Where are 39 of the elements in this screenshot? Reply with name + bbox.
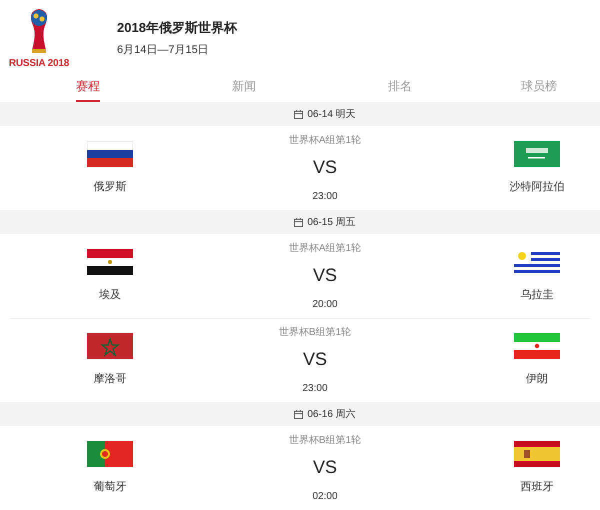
team-name: 俄罗斯 <box>94 180 126 195</box>
calendar-icon <box>294 110 304 118</box>
logo-text: RUSSIA 2018 <box>8 59 70 69</box>
vs-label: VS <box>312 264 337 286</box>
tab[interactable]: 排名 <box>388 76 412 102</box>
team-name: 葡萄牙 <box>94 480 126 495</box>
date-label: 06-15 周五 <box>307 216 356 230</box>
calendar-icon <box>294 218 304 226</box>
round-label: 世界杯B组第1轮 <box>278 326 352 340</box>
flag-icon <box>87 333 133 360</box>
flag-icon <box>87 140 133 167</box>
page-title: 2018年俄罗斯世界杯 <box>117 19 237 37</box>
flag-icon <box>514 333 560 360</box>
tab[interactable]: 球员榜 <box>521 76 557 102</box>
match-time: 20:00 <box>312 298 338 312</box>
vs-label: VS <box>312 156 337 178</box>
match-time: 23:00 <box>302 382 328 396</box>
tab[interactable]: 新闻 <box>232 76 256 102</box>
date-range: 6月14日—7月15日 <box>117 42 210 58</box>
team-name: 摩洛哥 <box>94 372 126 388</box>
team-name: 伊朗 <box>526 372 548 388</box>
date-label: 06-14 明天 <box>307 108 356 122</box>
flag-icon <box>514 440 560 467</box>
calendar-icon <box>294 410 304 418</box>
team-name: 沙特阿拉伯 <box>510 180 564 195</box>
round-label: 世界杯A组第1轮 <box>288 134 362 148</box>
date-label: 06-16 周六 <box>307 408 356 422</box>
flag-icon <box>87 440 133 467</box>
round-label: 世界杯A组第1轮 <box>288 242 362 256</box>
match-time: 02:00 <box>312 490 338 504</box>
team-name: 乌拉圭 <box>520 288 554 303</box>
vs-label: VS <box>302 348 327 371</box>
round-label: 世界杯B组第1轮 <box>288 434 362 448</box>
team-name: 西班牙 <box>520 480 554 495</box>
flag-icon <box>87 248 133 275</box>
team-name: 埃及 <box>99 288 121 303</box>
flag-icon <box>514 140 560 167</box>
match-time: 23:00 <box>312 190 338 204</box>
vs-label: VS <box>312 456 337 478</box>
